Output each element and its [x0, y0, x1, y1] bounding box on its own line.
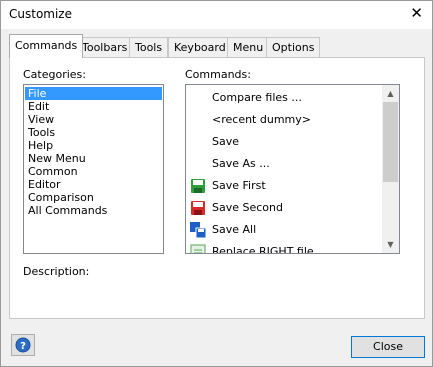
command-item-save-second[interactable]: Save Second	[186, 197, 382, 219]
category-item-editor[interactable]: Editor	[25, 178, 162, 191]
tab-menu[interactable]: Menu	[227, 37, 270, 57]
command-item-save-all[interactable]: Save All	[186, 219, 382, 241]
scroll-up-arrow-icon[interactable]: ▲	[382, 85, 399, 102]
scroll-down-arrow-icon[interactable]: ▼	[382, 236, 399, 253]
category-item-new-menu[interactable]: New Menu	[25, 152, 162, 165]
save-second-icon	[191, 201, 205, 215]
command-item-recent-dummy[interactable]: <recent dummy>	[186, 109, 382, 131]
customize-dialog: Customize ✕ Commands Toolbars Tools Keyb…	[0, 0, 433, 367]
window-title: Customize	[9, 7, 72, 21]
commands-label: Commands:	[185, 68, 251, 81]
category-item-view[interactable]: View	[25, 113, 162, 126]
tab-tools[interactable]: Tools	[129, 37, 169, 57]
tab-keyboard[interactable]: Keyboard	[168, 37, 232, 57]
commands-list[interactable]: Compare files ... <recent dummy> Save Sa…	[185, 84, 400, 254]
tab-toolbars[interactable]: Toolbars	[76, 37, 134, 57]
svg-text:?: ?	[20, 341, 26, 352]
close-icon[interactable]: ✕	[410, 4, 423, 22]
replace-right-icon	[190, 244, 206, 253]
save-first-icon	[191, 179, 205, 193]
category-item-comparison[interactable]: Comparison	[25, 191, 162, 204]
category-item-common[interactable]: Common	[25, 165, 162, 178]
scroll-thumb[interactable]	[383, 102, 398, 182]
help-icon: ?	[15, 337, 31, 353]
help-button[interactable]: ?	[11, 334, 35, 356]
save-all-icon	[190, 222, 206, 238]
tab-options[interactable]: Options	[266, 37, 321, 57]
command-item-compare-files[interactable]: Compare files ...	[186, 87, 382, 109]
category-item-edit[interactable]: Edit	[25, 100, 162, 113]
command-item-save[interactable]: Save	[186, 131, 382, 153]
description-label: Description:	[23, 265, 90, 278]
command-item-save-as[interactable]: Save As ...	[186, 153, 382, 175]
command-item-save-first[interactable]: Save First	[186, 175, 382, 197]
command-item-replace-right-file[interactable]: Replace RIGHT file	[186, 241, 382, 253]
categories-list[interactable]: File Edit View Tools Help New Menu Commo…	[23, 84, 164, 254]
tab-commands[interactable]: Commands	[9, 34, 84, 58]
categories-label: Categories:	[23, 68, 86, 81]
title-bar: Customize ✕	[1, 1, 432, 29]
category-item-tools[interactable]: Tools	[25, 126, 162, 139]
commands-scrollbar[interactable]: ▲ ▼	[382, 85, 399, 253]
category-item-file[interactable]: File	[25, 87, 162, 100]
close-button[interactable]: Close	[351, 336, 425, 358]
category-item-help[interactable]: Help	[25, 139, 162, 152]
category-item-all-commands[interactable]: All Commands	[25, 204, 162, 217]
